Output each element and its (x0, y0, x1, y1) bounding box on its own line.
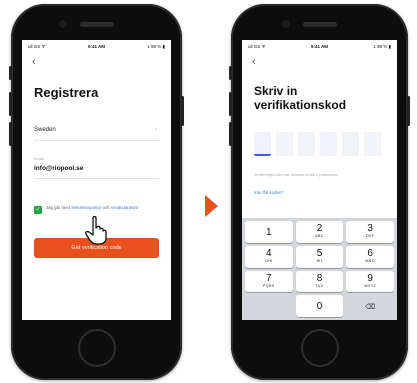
delete-key-icon[interactable]: ⌫ (346, 295, 394, 317)
terms-and: och (102, 205, 110, 210)
terms-agreement: ✓ Jag går med Sekretesspolicy och Använd… (34, 205, 161, 214)
key-0[interactable]: 0 (295, 295, 344, 317)
resend-code-link[interactable]: Inte fått koden? (254, 190, 284, 195)
status-time: 9:41 AM (310, 44, 329, 49)
code-digit-box[interactable] (364, 132, 381, 156)
code-digit-box[interactable] (276, 132, 293, 156)
key-2[interactable]: 2 ABC (295, 221, 344, 243)
country-select[interactable]: Sweden › (34, 119, 159, 141)
phone-verification: ull GS ᯤ 9:41 AM 1 98 % ▮ ‹ Skriv in ver… (229, 4, 410, 380)
battery-indicator: 1 98 % ▮ (147, 44, 165, 49)
power-button (407, 96, 410, 126)
stage: ull GS ᯤ 9:41 AM 1 98 % ▮ ‹ Registrera S… (0, 0, 417, 383)
chevron-right-icon: › (154, 126, 157, 133)
front-camera (58, 20, 67, 28)
key-9[interactable]: 9 WXYZ (346, 270, 394, 293)
volume-down-button (9, 122, 12, 146)
key-4[interactable]: 4 GHI (245, 245, 293, 268)
email-field[interactable]: Email info@riopool.se (34, 155, 159, 179)
key-1[interactable]: 1 (245, 221, 293, 243)
verification-screen: ull GS ᯤ 9:41 AM 1 98 % ▮ ‹ Skriv in ver… (242, 40, 397, 320)
email-value: info@riopool.se (34, 165, 84, 172)
status-bar: ull GS ᯤ 9:41 AM 1 98 % ▮ (28, 44, 165, 52)
code-digit-box[interactable] (298, 132, 315, 156)
power-button (181, 96, 184, 126)
verification-code-input[interactable] (254, 132, 381, 156)
mute-switch (229, 66, 232, 80)
carrier-signal: ull GS ᯤ (248, 44, 266, 49)
carrier-signal: ull GS ᯤ (28, 44, 46, 49)
mute-switch (9, 66, 12, 80)
home-button (77, 329, 116, 367)
status-time: 9:41 AM (87, 44, 106, 49)
user-agreement-link[interactable]: Användaravtal (110, 205, 137, 210)
email-label: Email (34, 157, 44, 161)
terms-text: Jag går med Sekretesspolicy och Användar… (46, 205, 161, 211)
earpiece (79, 22, 114, 27)
back-icon[interactable]: ‹ (252, 57, 256, 68)
back-icon[interactable]: ‹ (32, 57, 36, 68)
code-digit-box[interactable] (342, 132, 359, 156)
key-blank (245, 295, 293, 317)
title-line-1: Skriv in (254, 84, 298, 98)
privacy-policy-link[interactable]: Sekretesspolicy (71, 205, 101, 210)
title-line-2: verifikationskod (254, 97, 347, 112)
page-title: Registrera (34, 85, 99, 100)
volume-up-button (229, 92, 232, 116)
checkbox-checked-icon[interactable]: ✓ (34, 206, 42, 214)
volume-up-button (9, 92, 12, 116)
front-camera (281, 20, 290, 28)
numeric-keypad: 1 2 ABC 3 DEF 4 GHI 5 JKL 6 MNO 7 PQRS 8 TUV 9W… (242, 218, 397, 320)
volume-down-button (229, 122, 232, 146)
key-3[interactable]: 3 DEF (346, 221, 394, 243)
register-screen: ull GS ᯤ 9:41 AM 1 98 % ▮ ‹ Registrera S… (22, 40, 171, 320)
pointing-hand-icon (85, 215, 107, 245)
status-bar: ull GS ᯤ 9:41 AM 1 98 % ▮ (248, 44, 391, 52)
terms-intro: Jag går med (46, 205, 70, 210)
earpiece (302, 22, 337, 27)
home-button (300, 329, 339, 367)
key-7[interactable]: 7 PQRS (245, 270, 293, 293)
code-digit-box[interactable] (320, 132, 337, 156)
battery-indicator: 1 98 % ▮ (373, 44, 391, 49)
page-title: Skriv in verifikationskod (254, 84, 347, 112)
phone-register: ull GS ᯤ 9:41 AM 1 98 % ▮ ‹ Registrera S… (9, 4, 184, 380)
code-digit-box[interactable] (254, 132, 271, 156)
country-value: Sweden (34, 127, 56, 133)
key-6[interactable]: 6 MNO (346, 245, 394, 268)
next-step-arrow-icon (205, 195, 218, 217)
code-sent-hint: Verifieringskoden har skickats till din … (254, 173, 338, 177)
key-8[interactable]: 8 TUV (295, 270, 344, 293)
key-5[interactable]: 5 JKL (295, 245, 344, 268)
